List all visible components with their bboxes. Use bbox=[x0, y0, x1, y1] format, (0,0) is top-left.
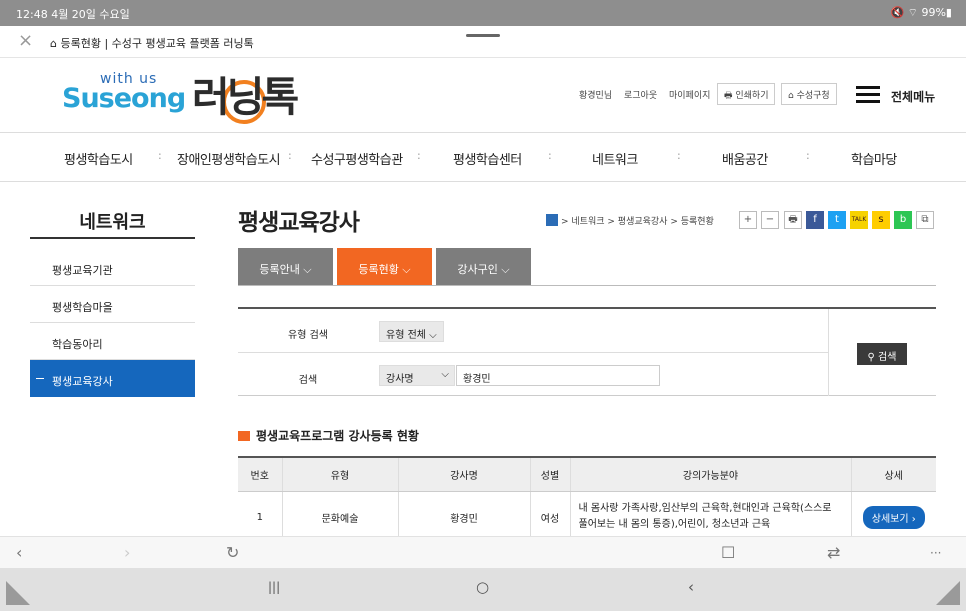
system-back-icon[interactable]: ‹ bbox=[688, 578, 694, 596]
corner-decoration bbox=[6, 581, 30, 605]
col-header-gender: 성별 bbox=[530, 456, 571, 492]
sidebar-item-institutions[interactable]: 평생교육기관 bbox=[30, 249, 195, 286]
logout-link[interactable]: 로그아웃 bbox=[624, 88, 657, 101]
gnb-separator: : bbox=[548, 149, 552, 162]
col-header-field: 강의가능분야 bbox=[570, 456, 852, 492]
zoom-in-icon[interactable]: + bbox=[739, 211, 757, 229]
gnb-item-disabled-city[interactable]: 장애인평생학습도시 bbox=[177, 149, 281, 168]
site-header: with us Suseong 러닝톡 황경민님 로그아웃 마이페이지 🖶 인쇄… bbox=[0, 58, 966, 133]
forward-icon[interactable]: › bbox=[124, 543, 130, 562]
sidebar-item-instructors[interactable]: 평생교육강사 bbox=[30, 360, 195, 397]
zoom-out-icon[interactable]: − bbox=[761, 211, 779, 229]
status-bar: 12:48 4월 20일 수요일 🔇 ⌔ 99%▮ bbox=[0, 0, 966, 26]
main-navigation: 평생학습도시 : 장애인평생학습도시 : 수성구평생학습관 : 평생학습센터 :… bbox=[0, 133, 966, 182]
close-icon[interactable]: × bbox=[18, 30, 33, 51]
page-tab-title: ⌂ 등록현황 | 수성구 평생교육 플랫폼 러닝톡 bbox=[50, 37, 254, 50]
sidebar-item-villages[interactable]: 평생학습마을 bbox=[30, 286, 195, 323]
tab-registration-guide[interactable]: 등록안내 ⌵ bbox=[238, 248, 333, 285]
building-icon: ⌂ bbox=[788, 91, 797, 101]
logo-suseong: Suseong bbox=[62, 83, 186, 114]
drag-handle[interactable] bbox=[466, 34, 500, 37]
status-time: 12:48 4월 20일 수요일 bbox=[16, 8, 130, 21]
gnb-item-learning-center-hall[interactable]: 수성구평생학습관 bbox=[311, 149, 403, 168]
system-navigation-bar: ||| ○ ‹ bbox=[0, 568, 966, 611]
tab-instructor-recruit[interactable]: 강사구인 ⌵ bbox=[436, 248, 531, 285]
corner-decoration bbox=[936, 581, 960, 605]
gnb-separator: : bbox=[158, 149, 162, 162]
section-title: 평생교육프로그램 강사등록 현황 bbox=[238, 427, 419, 444]
status-indicators: 🔇 ⌔ 99%▮ bbox=[890, 6, 952, 19]
reload-icon[interactable]: ↻ bbox=[226, 543, 239, 562]
facebook-icon[interactable]: f bbox=[806, 211, 824, 229]
mypage-link[interactable]: 마이페이지 bbox=[669, 88, 710, 101]
gnb-separator: : bbox=[288, 149, 292, 162]
type-select[interactable]: 유형 전체 ⌵ bbox=[379, 321, 444, 342]
hamburger-menu-icon[interactable] bbox=[856, 86, 880, 104]
search-divider bbox=[828, 309, 829, 396]
gnb-separator: : bbox=[417, 149, 421, 162]
search-row-type: 유형 검색 유형 전체 ⌵ bbox=[238, 309, 828, 353]
more-icon[interactable]: ··· bbox=[930, 546, 941, 560]
logo-main-text: 러닝톡 bbox=[192, 73, 299, 121]
gnb-item-learning-space[interactable]: 배움공간 bbox=[722, 149, 768, 168]
keyword-search-label: 검색 bbox=[298, 375, 318, 386]
link-copy-icon[interactable]: ⧉ bbox=[916, 211, 934, 229]
browser-title-bar: × ⌂ 등록현황 | 수성구 평생교육 플랫폼 러닝톡 bbox=[0, 26, 966, 58]
tab-registration-status[interactable]: 등록현황 ⌵ bbox=[337, 248, 432, 285]
gnb-item-learning-plaza[interactable]: 학습마당 bbox=[851, 149, 897, 168]
instructor-table: 번호 유형 강사명 성별 강의가능분야 상세 1 문화예술 황경민 여성 내 몸… bbox=[238, 456, 936, 543]
gu-office-button[interactable]: ⌂ 수성구청 bbox=[781, 83, 837, 105]
search-button[interactable]: ⚲ 검색 bbox=[857, 343, 907, 365]
user-name: 황경민님 bbox=[579, 91, 613, 101]
band-icon[interactable]: b bbox=[894, 211, 912, 229]
keyword-input[interactable]: 황경민 bbox=[456, 365, 660, 386]
gnb-item-network[interactable]: 네트워크 bbox=[592, 149, 638, 168]
keyword-field-select[interactable]: 강사명 ⌵ bbox=[379, 365, 455, 386]
section-bullet-icon bbox=[238, 431, 250, 441]
home-button-icon[interactable]: ○ bbox=[476, 578, 489, 596]
bookmark-icon[interactable]: ☐ bbox=[721, 543, 735, 562]
type-search-label: 유형 검색 bbox=[288, 330, 328, 341]
browser-toolbar: ‹ › ↻ ☐ ⇄ ··· bbox=[0, 536, 966, 568]
back-icon[interactable]: ‹ bbox=[16, 543, 22, 562]
all-menu-link[interactable]: 전체메뉴 bbox=[891, 88, 935, 105]
gnb-separator: : bbox=[806, 149, 810, 162]
col-header-number: 번호 bbox=[238, 456, 283, 492]
home-icon[interactable] bbox=[546, 214, 558, 226]
gnb-separator: : bbox=[677, 149, 681, 162]
breadcrumb: > 네트워크 > 평생교육강사 > 등록현황 bbox=[546, 214, 714, 227]
twitter-icon[interactable]: t bbox=[828, 211, 846, 229]
col-header-detail: 상세 bbox=[851, 456, 936, 492]
search-icon: ⚲ bbox=[867, 352, 879, 363]
gnb-item-learning-center[interactable]: 평생학습센터 bbox=[453, 149, 522, 168]
print-icon[interactable]: 🖶 bbox=[784, 211, 802, 229]
kakaotalk-icon[interactable]: TALK bbox=[850, 211, 868, 229]
sidebar-item-clubs[interactable]: 학습동아리 bbox=[30, 323, 195, 360]
recent-apps-icon[interactable]: ||| bbox=[268, 580, 280, 594]
page-title: 평생교육강사 bbox=[238, 210, 360, 236]
col-header-type: 유형 bbox=[282, 456, 399, 492]
chevron-down-icon: ⌵ bbox=[441, 369, 449, 380]
detail-button[interactable]: 상세보기 › bbox=[862, 505, 925, 529]
print-icon: 🖶 bbox=[724, 91, 736, 101]
tabs-icon[interactable]: ⇄ bbox=[827, 543, 840, 562]
col-header-name: 강사명 bbox=[398, 456, 531, 492]
print-button[interactable]: 🖶 인쇄하기 bbox=[717, 83, 776, 105]
search-panel: 유형 검색 유형 전체 ⌵ 검색 강사명 ⌵ 황경민 ⚲ 검색 bbox=[238, 307, 936, 396]
sidebar-title-underline bbox=[30, 237, 195, 239]
sidebar-title: 네트워크 bbox=[79, 212, 146, 233]
gnb-item-lifelong-city[interactable]: 평생학습도시 bbox=[64, 149, 133, 168]
kakaostory-icon[interactable]: s bbox=[872, 211, 890, 229]
tabs-underline bbox=[238, 285, 936, 286]
